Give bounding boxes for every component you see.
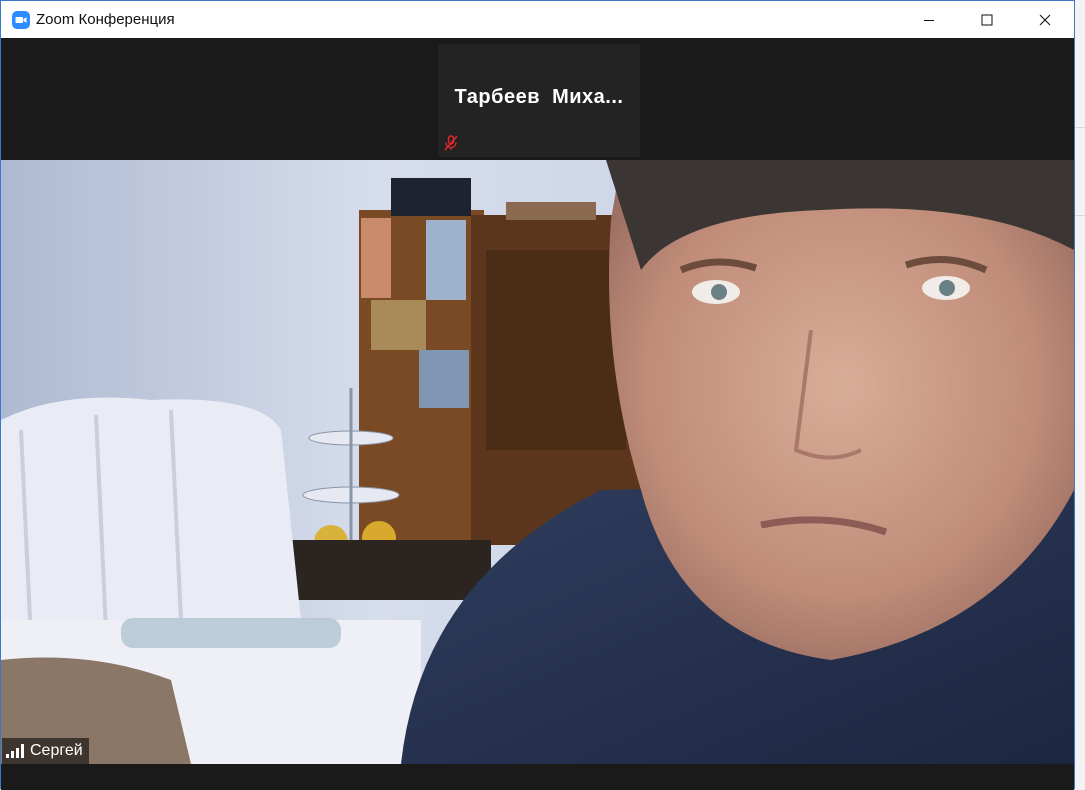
- divider: [1075, 215, 1085, 216]
- participant-thumbnail[interactable]: Тарбеев Миха...: [438, 44, 640, 157]
- maximize-button[interactable]: [958, 1, 1016, 38]
- zoom-meeting-window: Zoom Конференция Тарбеев Миха... Сергей: [0, 0, 1075, 790]
- close-button[interactable]: [1016, 1, 1074, 38]
- minimize-icon: [924, 19, 934, 21]
- zoom-logo-icon: [12, 11, 30, 29]
- speaker-name-tag: Сергей: [2, 738, 89, 764]
- bottom-bar: [1, 764, 1074, 790]
- minimize-button[interactable]: [900, 1, 958, 38]
- window-title: Zoom Конференция: [36, 11, 175, 28]
- microphone-muted-icon: [443, 135, 459, 151]
- close-icon: [1039, 14, 1051, 25]
- background-app-window: [1075, 0, 1085, 789]
- main-video-feed[interactable]: [1, 160, 1074, 764]
- participant-name: Тарбеев Миха...: [454, 86, 624, 108]
- signal-strength-icon: [6, 744, 24, 758]
- speaker-name: Сергей: [30, 742, 83, 759]
- maximize-icon: [981, 14, 993, 25]
- participant-strip: Тарбеев Миха...: [1, 38, 1074, 160]
- webcam-image: [1, 160, 1074, 764]
- divider: [1075, 127, 1085, 128]
- title-bar[interactable]: Zoom Конференция: [1, 1, 1074, 38]
